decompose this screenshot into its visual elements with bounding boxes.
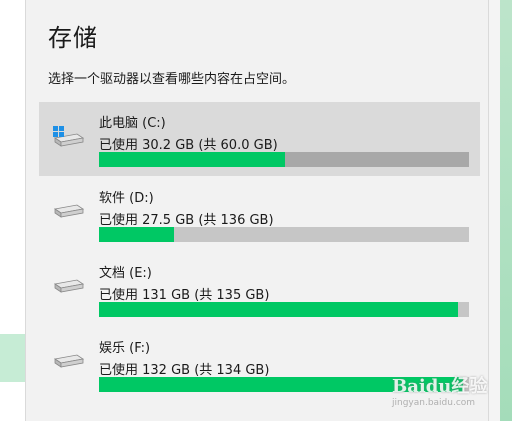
drive-icon [51, 272, 85, 298]
watermark-logo: Baidu经验 [392, 376, 488, 397]
drive-usage-bar [99, 152, 469, 167]
drive-usage-bar [99, 302, 469, 317]
drive-item-e[interactable]: 文档 (E:) 已使用 131 GB (共 135 GB) [39, 252, 480, 326]
drive-name: 文档 (E:) [99, 266, 152, 281]
background-green-strip-right [500, 0, 512, 421]
drive-usage-text: 已使用 132 GB (共 134 GB) [99, 363, 270, 378]
windows-drive-icon [51, 122, 85, 148]
drive-icon [51, 347, 85, 373]
background-green-strip [0, 334, 26, 382]
watermark-url: jingyan.baidu.com [392, 398, 476, 408]
drive-name: 此电脑 (C:) [99, 116, 166, 131]
drive-usage-text: 已使用 27.5 GB (共 136 GB) [99, 213, 274, 228]
drive-usage-text: 已使用 131 GB (共 135 GB) [99, 288, 270, 303]
drive-name: 娱乐 (F:) [99, 341, 151, 356]
drive-usage-fill [99, 152, 285, 167]
page-description: 选择一个驱动器以查看哪些内容在占空间。 [48, 72, 296, 87]
drive-icon [51, 197, 85, 223]
drive-usage-text: 已使用 30.2 GB (共 60.0 GB) [99, 138, 278, 153]
screen: 存储 选择一个驱动器以查看哪些内容在占空间。 此电脑 (C:) 已使用 30.2… [0, 0, 512, 421]
drive-usage-fill [99, 227, 174, 242]
drive-usage-fill [99, 302, 458, 317]
drive-item-d[interactable]: 软件 (D:) 已使用 27.5 GB (共 136 GB) [39, 177, 480, 251]
drive-name: 软件 (D:) [99, 191, 154, 206]
page-title: 存储 [48, 24, 98, 52]
drive-usage-bar [99, 227, 469, 242]
drive-item-c[interactable]: 此电脑 (C:) 已使用 30.2 GB (共 60.0 GB) [39, 102, 480, 176]
storage-panel: 存储 选择一个驱动器以查看哪些内容在占空间。 此电脑 (C:) 已使用 30.2… [26, 0, 488, 421]
